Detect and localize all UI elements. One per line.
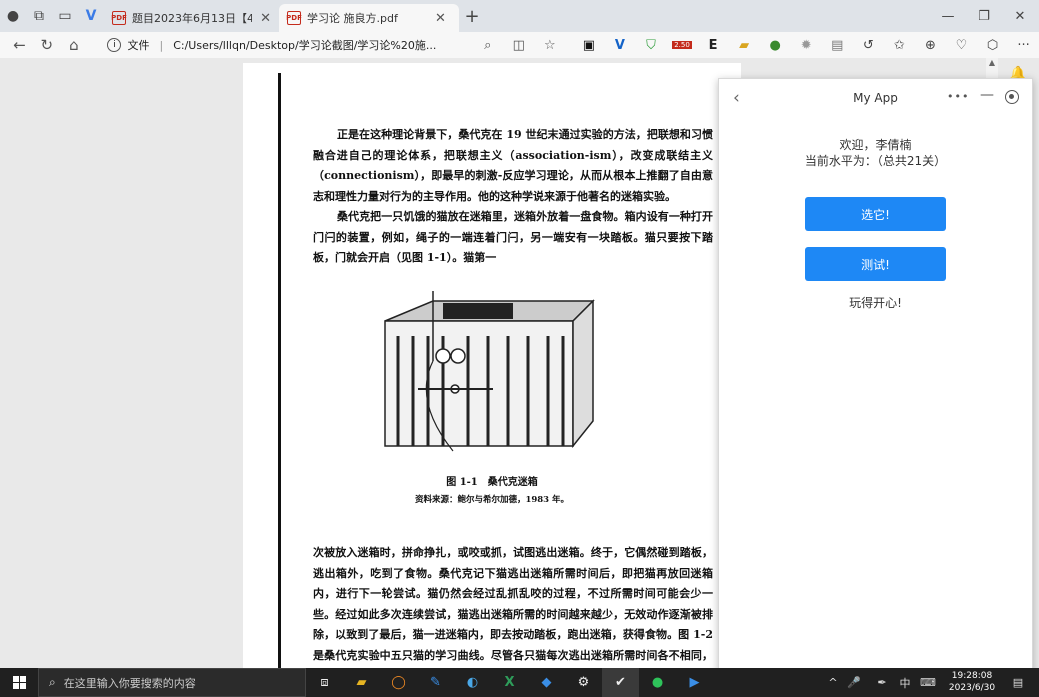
taskbar: ⌕ 在这里输入你要搜索的内容 ⧈ ▰ ◯ ✎ ◐ X ◆ ⚙ ✔ ● ▶ ^ 🎤… xyxy=(0,668,1039,697)
browser-app-icon[interactable]: ◐ xyxy=(454,668,491,697)
tab-title: 题目2023年6月13日【49337】.p xyxy=(132,12,253,25)
close-icon[interactable]: ✕ xyxy=(260,11,271,26)
select-button[interactable]: 选它! xyxy=(805,197,946,231)
new-tab-button[interactable]: + xyxy=(459,3,485,29)
maps-icon[interactable]: ◆ xyxy=(528,668,565,697)
clock-date: 2023/6/30 xyxy=(948,683,996,693)
tab-title: 学习论 施良方.pdf xyxy=(307,12,398,25)
puzzle-box-figure xyxy=(384,291,595,452)
notification-center-icon[interactable]: ▤ xyxy=(1008,668,1028,697)
restore-button[interactable]: ❐ xyxy=(966,0,1002,32)
file-explorer-icon[interactable]: ▰ xyxy=(343,668,380,697)
url-separator: | xyxy=(159,38,164,52)
read-aloud-icon[interactable]: ◫ xyxy=(503,33,534,57)
workspaces-icon[interactable]: ⧉ xyxy=(26,3,52,29)
tray-chevron-icon[interactable]: ^ xyxy=(826,668,840,697)
minimize-button[interactable]: — xyxy=(930,0,966,32)
taskbar-search[interactable]: ⌕ 在这里输入你要搜索的内容 xyxy=(38,668,306,697)
url-field[interactable]: i 文件 | C:/Users/lllqn/Desktop/学习论截图/学习论%… xyxy=(107,37,472,53)
security-icon[interactable]: ⬡ xyxy=(977,33,1008,57)
welcome-text: 欢迎，李倩楠 xyxy=(839,138,912,152)
microphone-icon[interactable]: 🎤 xyxy=(846,668,862,697)
start-button[interactable] xyxy=(0,668,38,697)
pen-app-icon[interactable]: ✎ xyxy=(417,668,454,697)
figure-source: 资料来源：鲍尔与希尔加德，1983 年。 xyxy=(414,495,570,505)
search-placeholder: 在这里输入你要搜索的内容 xyxy=(63,676,196,690)
ime-indicator[interactable]: 中 xyxy=(896,668,914,697)
task-view-icon[interactable]: ⧈ xyxy=(306,668,343,697)
tab-learning-theory-pdf[interactable]: PDF 学习论 施良方.pdf ✕ xyxy=(279,4,459,32)
excel-icon[interactable]: X xyxy=(491,668,528,697)
minimize-icon[interactable]: — xyxy=(980,87,994,103)
health-icon[interactable]: ♡ xyxy=(946,33,977,57)
video-app-icon[interactable]: ▶ xyxy=(676,668,713,697)
have-fun-text: 玩得开心! xyxy=(849,296,902,310)
tab-bar: ● ⧉ ▭ V PDF 题目2023年6月13日【49337】.p ✕ PDF … xyxy=(0,0,1039,32)
favorite-star-icon[interactable]: ☆ xyxy=(534,33,565,57)
level-text: 当前水平为：（总共21关） xyxy=(804,154,947,168)
refresh-icon[interactable]: ↻ xyxy=(33,33,60,57)
windows-icon xyxy=(12,676,26,689)
tab-exam-pdf[interactable]: PDF 题目2023年6月13日【49337】.p ✕ xyxy=(104,4,279,32)
globe-icon[interactable]: ● xyxy=(760,33,791,57)
extension-icon[interactable]: ▣ xyxy=(573,33,604,57)
extension-v-icon[interactable]: V xyxy=(604,33,635,57)
pen-tray-icon[interactable]: ✒ xyxy=(874,668,890,697)
url-scheme-label: 文件 xyxy=(127,39,150,52)
scroll-up-icon[interactable]: ▲ xyxy=(986,58,998,67)
margin-rule xyxy=(278,73,281,668)
extension-badge: 2.50 xyxy=(672,41,692,49)
wechat-icon[interactable]: ● xyxy=(639,668,676,697)
extension-c-icon[interactable]: ↺ xyxy=(853,33,884,57)
info-icon[interactable]: i xyxy=(107,38,122,52)
zoom-icon[interactable]: ⌕ xyxy=(472,33,503,57)
extension-gear-icon[interactable]: ✹ xyxy=(791,33,822,57)
folder-icon[interactable]: ▰ xyxy=(729,33,760,57)
collections-icon[interactable]: ⊕ xyxy=(915,33,946,57)
vertical-tab-icon[interactable]: V xyxy=(78,3,104,29)
app-header: ‹ My App ••• — xyxy=(719,79,1032,117)
figure-caption: 图 1-1 桑代克迷箱 xyxy=(446,477,538,488)
settings-icon[interactable]: ⚙ xyxy=(565,668,602,697)
check-app-icon[interactable]: ✔ xyxy=(602,668,639,697)
tab-actions-icon[interactable]: ▭ xyxy=(52,3,78,29)
paragraph-text: 次被放入迷箱时，拼命挣扎，或咬或抓，试图逃出迷箱。终于，它偶然碰到踏板，逃出箱外… xyxy=(313,546,713,662)
search-app-icon[interactable]: ◯ xyxy=(380,668,417,697)
pdf-page: 正是在这种理论背景下，桑代克在 19 世纪末通过实验的方法，把联想和习惯融合进自… xyxy=(243,63,741,668)
extension-e-icon[interactable]: E xyxy=(698,33,729,57)
paragraph-text: 桑代克把一只饥饿的猫放在迷箱里，迷箱外放着一盘食物。箱内设有一种打开门闩的装置，… xyxy=(313,210,713,264)
more-menu-icon[interactable]: ··· xyxy=(1008,33,1039,57)
back-icon[interactable]: ‹ xyxy=(733,88,740,108)
close-window-button[interactable]: ✕ xyxy=(1002,0,1038,32)
pdf-icon: PDF xyxy=(111,11,127,25)
url-text: C:/Users/lllqn/Desktop/学习论截图/学习论%20施... xyxy=(173,39,437,52)
paragraph: 正是在这种理论背景下，桑代克在 19 世纪末通过实验的方法，把联想和习惯融合进自… xyxy=(313,125,713,269)
back-icon[interactable]: ← xyxy=(6,33,33,57)
clock-time: 19:28:08 xyxy=(951,671,993,681)
target-icon[interactable] xyxy=(1005,90,1019,104)
paragraph-text: 正是在这种理论背景下，桑代克在 19 世纪末通过实验的方法，把联想和习惯融合进自… xyxy=(313,128,713,203)
search-icon: ⌕ xyxy=(49,675,56,689)
close-icon[interactable]: ✕ xyxy=(435,11,446,26)
extension-badge-icon[interactable]: 2.50 xyxy=(667,33,698,57)
favorites-icon[interactable]: ✩ xyxy=(884,33,915,57)
keyboard-icon[interactable]: ⌨ xyxy=(920,668,936,697)
profile-icon[interactable]: ● xyxy=(0,3,26,29)
shield-icon[interactable]: ⛉ xyxy=(635,33,666,57)
address-bar: ← ↻ ⌂ i 文件 | C:/Users/lllqn/Desktop/学习论截… xyxy=(0,32,1039,58)
more-icon[interactable]: ••• xyxy=(947,90,969,103)
document-icon[interactable]: ▤ xyxy=(822,33,853,57)
clock[interactable]: 19:28:08 2023/6/30 xyxy=(944,670,1000,694)
pdf-icon: PDF xyxy=(286,11,302,25)
home-icon[interactable]: ⌂ xyxy=(60,33,87,57)
test-button[interactable]: 测试! xyxy=(805,247,946,281)
my-app-panel: ‹ My App ••• — 欢迎，李倩楠 当前水平为：（总共21关） 选它! … xyxy=(718,78,1033,672)
